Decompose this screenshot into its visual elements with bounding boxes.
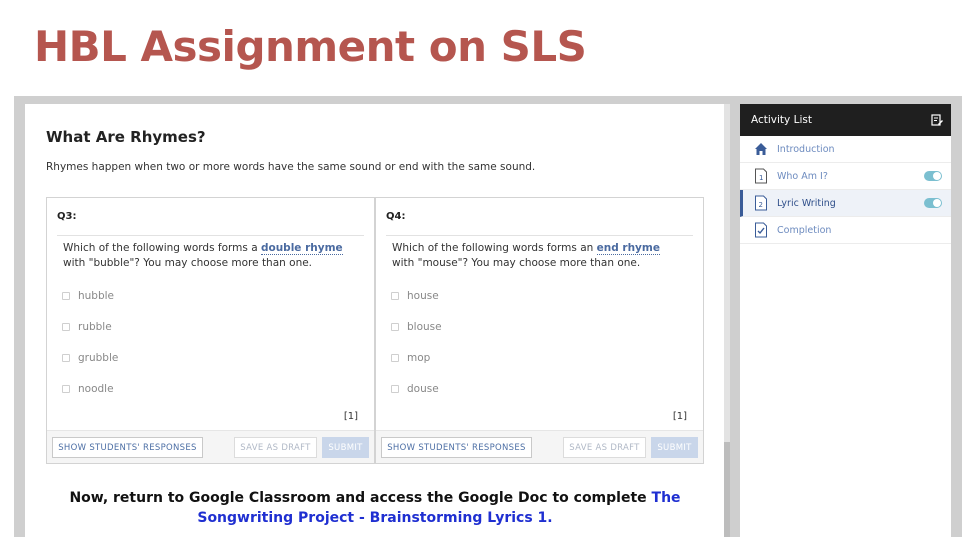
- checkbox[interactable]: [391, 385, 399, 393]
- instruction-body: Now, return to Google Classroom and acce…: [69, 490, 652, 506]
- activity-item-completion[interactable]: Completion: [740, 217, 951, 244]
- divider: [57, 235, 364, 236]
- option-label: hubble: [78, 290, 115, 302]
- prompt-text: with "mouse"? You may choose more than o…: [392, 257, 641, 269]
- glossary-term-link[interactable]: double rhyme: [260, 242, 343, 255]
- question-footer: SHOW STUDENTS' RESPONSES SAVE AS DRAFT S…: [376, 430, 703, 463]
- submit-button[interactable]: SUBMIT: [651, 437, 698, 458]
- completion-check-icon: [755, 222, 767, 238]
- checkbox[interactable]: [62, 354, 70, 362]
- checkbox[interactable]: [391, 354, 399, 362]
- save-as-draft-button[interactable]: SAVE AS DRAFT: [563, 437, 646, 458]
- option-label: grubble: [78, 352, 119, 364]
- option-rubble[interactable]: rubble: [62, 320, 112, 334]
- page-1-icon: 1: [755, 168, 767, 184]
- option-label: blouse: [407, 321, 442, 333]
- svg-text:1: 1: [759, 174, 763, 182]
- option-douse[interactable]: douse: [391, 382, 439, 396]
- option-blouse[interactable]: blouse: [391, 320, 442, 334]
- instruction-text: Now, return to Google Classroom and acce…: [46, 488, 704, 528]
- page-heading: What Are Rhymes?: [46, 128, 206, 146]
- question-marks: [1]: [343, 411, 358, 422]
- edit-notes-icon[interactable]: [931, 114, 943, 126]
- prompt-text: Which of the following words forms a: [63, 242, 261, 254]
- activity-list-header: Activity List: [740, 104, 951, 136]
- page-2-icon: 2: [755, 195, 767, 211]
- activity-item-introduction[interactable]: Introduction: [740, 136, 951, 163]
- question-number: Q3:: [57, 211, 77, 222]
- save-as-draft-button[interactable]: SAVE AS DRAFT: [234, 437, 317, 458]
- checkbox[interactable]: [62, 323, 70, 331]
- option-label: douse: [407, 383, 439, 395]
- slide-title: HBL Assignment on SLS: [34, 22, 587, 71]
- scrollbar-thumb[interactable]: [724, 442, 730, 537]
- activity-label: Introduction: [777, 144, 835, 155]
- activity-item-lyric-writing[interactable]: 2 Lyric Writing: [740, 190, 951, 217]
- option-house[interactable]: house: [391, 289, 439, 303]
- activity-toggle[interactable]: [924, 198, 942, 208]
- question-marks: [1]: [672, 411, 687, 422]
- scrollbar[interactable]: [724, 104, 730, 537]
- show-students-responses-button[interactable]: SHOW STUDENTS' RESPONSES: [381, 437, 532, 458]
- checkbox[interactable]: [62, 292, 70, 300]
- question-prompt: Which of the following words forms a dou…: [63, 241, 353, 271]
- option-noodle[interactable]: noodle: [62, 382, 114, 396]
- activity-label: Who Am I?: [777, 171, 828, 182]
- divider: [386, 235, 693, 236]
- activity-label: Completion: [777, 225, 832, 236]
- show-students-responses-button[interactable]: SHOW STUDENTS' RESPONSES: [52, 437, 203, 458]
- option-grubble[interactable]: grubble: [62, 351, 118, 365]
- option-mop[interactable]: mop: [391, 351, 430, 365]
- page-description: Rhymes happen when two or more words hav…: [46, 161, 536, 173]
- option-label: noodle: [78, 383, 114, 395]
- question-footer: SHOW STUDENTS' RESPONSES SAVE AS DRAFT S…: [47, 430, 374, 463]
- activity-list-panel: Activity List Introduction 1 Who Am I? 2…: [740, 104, 951, 537]
- checkbox[interactable]: [391, 323, 399, 331]
- checkbox[interactable]: [62, 385, 70, 393]
- submit-button[interactable]: SUBMIT: [322, 437, 369, 458]
- prompt-text: with "bubble"? You may choose more than …: [63, 257, 313, 269]
- glossary-term-link[interactable]: end rhyme: [596, 242, 660, 255]
- option-label: house: [407, 290, 439, 302]
- option-label: mop: [407, 352, 431, 364]
- svg-text:2: 2: [759, 201, 763, 209]
- home-icon: [755, 143, 767, 155]
- activity-item-who-am-i[interactable]: 1 Who Am I?: [740, 163, 951, 190]
- activity-toggle[interactable]: [924, 171, 942, 181]
- option-label: rubble: [78, 321, 112, 333]
- question-number: Q4:: [386, 211, 406, 222]
- activity-label: Lyric Writing: [777, 198, 836, 209]
- prompt-text: Which of the following words forms an: [392, 242, 597, 254]
- checkbox[interactable]: [391, 292, 399, 300]
- question-prompt: Which of the following words forms an en…: [392, 241, 682, 271]
- activity-list-title: Activity List: [751, 114, 812, 126]
- option-hubble[interactable]: hubble: [62, 289, 114, 303]
